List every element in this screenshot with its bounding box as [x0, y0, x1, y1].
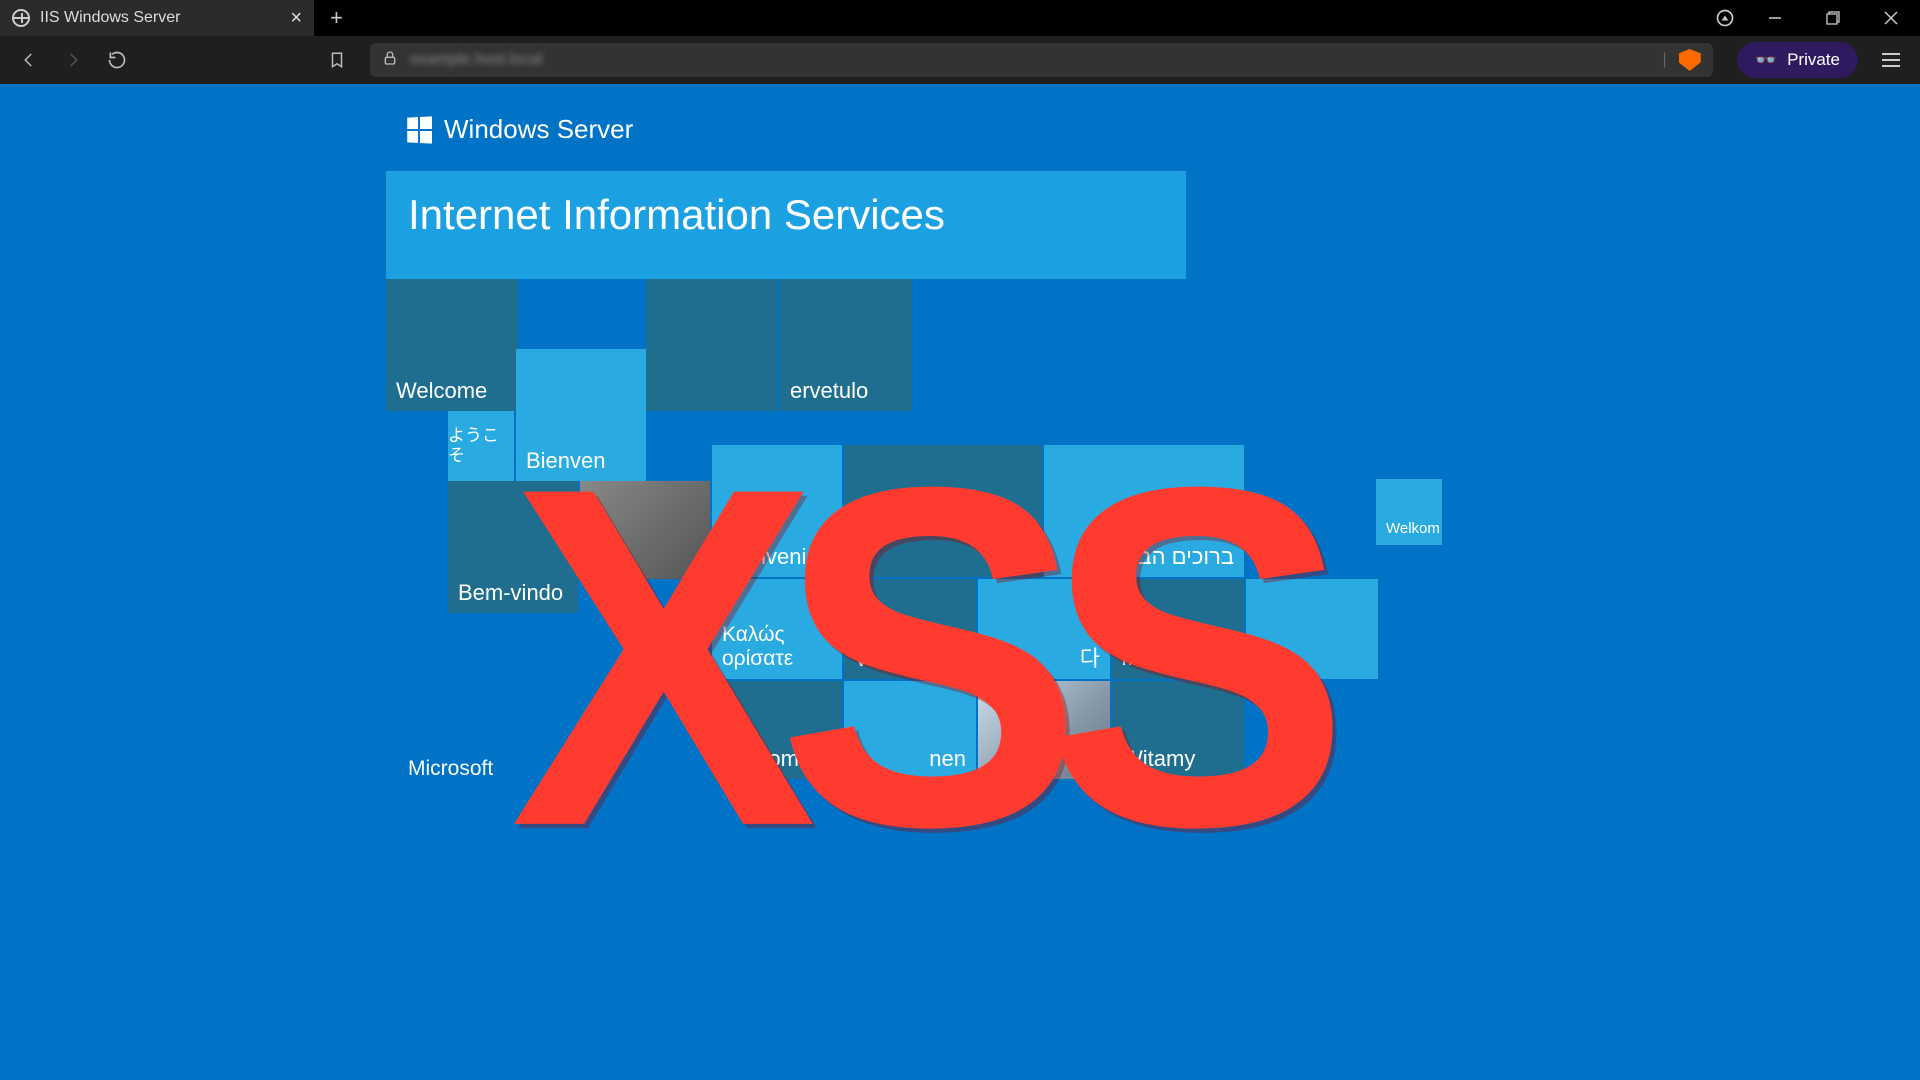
tile-h[interactable]: H [844, 445, 1042, 577]
profile-icon[interactable] [1704, 8, 1746, 28]
tile-tervetuloa[interactable]: ervetulo [780, 279, 912, 411]
tile-russian[interactable]: Добро пожаловать [1112, 579, 1244, 679]
welcome-tiles: Welcome ervetulo ようこそ Bienven Bem-vindo … [386, 279, 1446, 839]
brave-shield-icon[interactable] [1679, 49, 1701, 71]
tile-image-a[interactable] [580, 481, 710, 579]
browser-tab[interactable]: IIS Windows Server × [0, 0, 314, 36]
tile-hebrew[interactable]: ברוכים הבא [1044, 445, 1244, 577]
tile-valkommen[interactable]: Välkommen [844, 579, 976, 679]
private-mode-badge[interactable]: 👓 Private [1737, 42, 1858, 78]
iis-welcome-page: Windows Server Internet Information Serv… [386, 114, 1446, 839]
tile-youkoso[interactable]: ようこそ [448, 411, 514, 481]
tile-bienvenido[interactable]: Bienvenido [712, 445, 842, 577]
tile-partial[interactable] [646, 279, 778, 411]
tab-title: IIS Windows Server [40, 9, 280, 27]
url-text: example.host.local [410, 51, 1651, 69]
iis-heading-text: Internet Information Services [408, 191, 945, 238]
minimize-button[interactable] [1746, 0, 1804, 36]
tile-bienven[interactable]: Bienven [516, 349, 646, 481]
page-viewport: Windows Server Internet Information Serv… [0, 84, 1920, 1080]
tile-image-people[interactable] [978, 681, 1110, 779]
private-label: Private [1787, 50, 1840, 70]
tile-ud[interactable]: Üd [1246, 579, 1378, 679]
brand-text: Windows Server [444, 114, 633, 145]
browser-toolbar: example.host.local | 👓 Private [0, 36, 1920, 84]
close-window-button[interactable] [1862, 0, 1920, 36]
maximize-button[interactable] [1804, 0, 1862, 36]
windows-logo-icon [407, 116, 432, 143]
tile-willkommen[interactable]: Willkommen [712, 681, 842, 779]
bookmark-button[interactable] [318, 41, 356, 79]
tile-welkom[interactable]: Welkom [1376, 479, 1442, 545]
microsoft-link[interactable]: Microsoft [408, 757, 493, 781]
close-tab-icon[interactable]: × [290, 8, 302, 28]
back-button[interactable] [10, 41, 48, 79]
menu-button[interactable] [1872, 53, 1910, 67]
tile-greek[interactable]: Καλώς ορίσατε [712, 579, 842, 679]
brand-header: Windows Server [406, 114, 1446, 145]
forward-button[interactable] [54, 41, 92, 79]
iis-heading-banner: Internet Information Services [386, 171, 1186, 279]
incognito-icon: 👓 [1755, 50, 1777, 71]
lock-icon [382, 50, 398, 71]
new-tab-button[interactable]: + [314, 5, 359, 31]
tile-bemvindo[interactable]: Bem-vindo [448, 481, 578, 613]
window-titlebar: IIS Windows Server × + [0, 0, 1920, 36]
globe-icon [12, 9, 30, 27]
address-bar[interactable]: example.host.local | [370, 43, 1713, 77]
tile-korean[interactable]: 다 [978, 579, 1110, 679]
tile-welcome[interactable]: Welcome [386, 279, 518, 411]
tile-witamy[interactable]: Witamy [1112, 681, 1244, 779]
tile-nen[interactable]: nen [844, 681, 976, 779]
reload-button[interactable] [98, 41, 136, 79]
